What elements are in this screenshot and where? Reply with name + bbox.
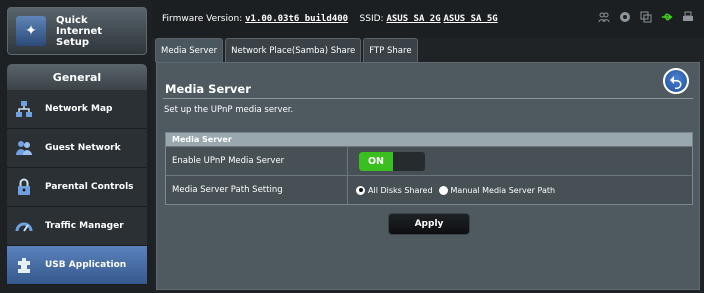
sidebar-menu: Network Map Guest Network Parental Contr… [7, 90, 147, 285]
ssid-label: SSID: [359, 14, 384, 24]
quick-internet-setup-label: Quick Internet Setup [56, 14, 103, 48]
settings-table: Media Server Enable UPnP Media Server ON… [165, 132, 693, 205]
sidebar-item-network-map[interactable]: Network Map [7, 90, 147, 129]
enable-upnp-label: Enable UPnP Media Server [166, 147, 348, 175]
sidebar-item-usb-application[interactable]: USB Application [7, 246, 147, 285]
traffic-manager-icon [13, 215, 35, 237]
table-row: Enable UPnP Media Server ON [166, 146, 692, 175]
status-icons [598, 11, 694, 23]
manual-path-radio[interactable] [438, 185, 448, 195]
tab-ftp-share[interactable]: FTP Share [363, 38, 418, 62]
sidebar: ✦ Quick Internet Setup General Network M… [0, 0, 152, 293]
firmware-version-link[interactable]: v1.00.03t6_build400 [245, 14, 348, 24]
guest-network-icon [13, 137, 35, 159]
sidebar-item-label: Network Map [45, 104, 113, 114]
copy-icon[interactable] [640, 11, 652, 23]
path-setting-label: Media Server Path Setting [166, 176, 348, 204]
ssid-2g-link[interactable]: ASUS_SA_2G [386, 14, 440, 24]
media-server-panel: Media Server Set up the UPnP media serve… [156, 62, 700, 290]
tab-bar: Media Server Network Place(Samba) Share … [155, 38, 418, 62]
page-description: Set up the UPnP media server. [164, 105, 294, 115]
quick-internet-setup-button[interactable]: ✦ Quick Internet Setup [7, 7, 147, 55]
general-section-title: General [7, 64, 147, 90]
table-row: Media Server Path Setting All Disks Shar… [166, 175, 692, 204]
apply-button[interactable]: Apply [388, 213, 470, 235]
sidebar-item-label: Guest Network [45, 143, 121, 153]
tab-samba-share[interactable]: Network Place(Samba) Share [225, 38, 362, 62]
magic-wand-icon: ✦ [16, 16, 46, 46]
page-title: Media Server [165, 82, 251, 96]
back-button[interactable] [663, 68, 689, 94]
printer-icon[interactable] [682, 11, 694, 23]
usb-icon[interactable] [661, 11, 673, 23]
table-header: Media Server [166, 133, 692, 146]
ssid-5g-link[interactable]: ASUS_SA_5G [444, 14, 498, 24]
sidebar-item-label: Parental Controls [45, 182, 134, 192]
firmware-info: Firmware Version: v1.00.03t6_build400 SS… [162, 14, 498, 24]
back-arrow-icon [670, 76, 682, 89]
toggle-on-label: ON [359, 151, 393, 171]
sidebar-item-label: USB Application [45, 260, 127, 270]
title-divider [163, 98, 693, 99]
all-disks-radio[interactable] [356, 185, 365, 195]
sidebar-item-traffic-manager[interactable]: Traffic Manager [7, 207, 147, 246]
users-icon[interactable] [598, 11, 610, 23]
usb-application-icon [13, 254, 35, 276]
manual-path-label: Manual Media Server Path [450, 185, 556, 195]
globe-icon[interactable] [619, 11, 631, 23]
firmware-label: Firmware Version: [162, 14, 243, 24]
sidebar-item-guest-network[interactable]: Guest Network [7, 129, 147, 168]
sidebar-item-label: Traffic Manager [45, 221, 124, 231]
network-map-icon [13, 98, 35, 120]
sidebar-item-parental-controls[interactable]: Parental Controls [7, 168, 147, 207]
enable-upnp-toggle[interactable]: ON [359, 151, 425, 171]
tab-media-server[interactable]: Media Server [155, 38, 224, 62]
all-disks-label: All Disks Shared [368, 185, 433, 195]
top-status-bar: Firmware Version: v1.00.03t6_build400 SS… [152, 0, 704, 38]
parental-controls-icon [13, 176, 35, 198]
